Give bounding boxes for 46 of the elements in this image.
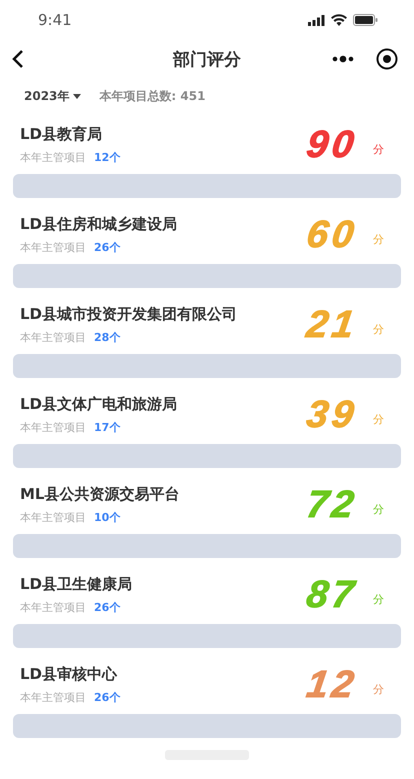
score-value: 39 — [304, 394, 360, 436]
score-unit: 分 — [373, 322, 384, 336]
battery-icon — [353, 14, 378, 26]
caret-icon — [73, 94, 82, 98]
score-unit: 分 — [373, 232, 384, 246]
score-value: 12 — [304, 664, 360, 706]
project-count: 28个 — [94, 330, 120, 345]
project-label: 本年主管项目 — [20, 330, 86, 345]
score-unit: 分 — [373, 682, 384, 696]
year-dropdown[interactable]: 2023年 — [24, 88, 82, 104]
score-value: 21 — [304, 304, 360, 346]
project-count: 26个 — [94, 600, 120, 615]
score-value: 87 — [304, 574, 360, 616]
project-count: 17个 — [94, 420, 120, 435]
score-unit: 分 — [373, 142, 384, 156]
project-label: 本年主管项目 — [20, 420, 86, 435]
wifi-icon — [331, 14, 347, 26]
department-name: ML县公共资源交易平台 — [20, 485, 180, 504]
status-time: 9:41 — [38, 11, 72, 29]
back-button[interactable] — [12, 49, 24, 69]
department-name: LD县卫生健康局 — [20, 575, 134, 594]
department-name: LD县文体广电和旅游局 — [20, 395, 178, 414]
score-value: 90 — [304, 124, 360, 166]
score-unit: 分 — [373, 412, 384, 426]
score-unit: 分 — [373, 502, 384, 516]
department-name: LD县城市投资开发集团有限公司 — [20, 305, 238, 324]
score-value: 72 — [304, 484, 360, 526]
project-label: 本年主管项目 — [20, 240, 86, 255]
department-name: LD县住房和城乡建设局 — [20, 215, 178, 234]
department-name: LD县教育局 — [20, 125, 104, 144]
project-count: 12个 — [94, 150, 120, 165]
project-label: 本年主管项目 — [20, 150, 86, 165]
project-label: 本年主管项目 — [20, 690, 86, 705]
project-count: 26个 — [94, 690, 120, 705]
score-value: 60 — [304, 214, 360, 256]
signal-icon — [308, 14, 325, 26]
project-label: 本年主管项目 — [20, 600, 86, 615]
project-total: 本年项目总数: 451 — [99, 88, 206, 104]
score-unit: 分 — [373, 592, 384, 606]
more-button[interactable] — [332, 55, 354, 63]
department-name: LD县审核中心 — [20, 665, 118, 684]
page-title: 部门评分 — [173, 48, 241, 70]
project-count: 26个 — [94, 240, 120, 255]
project-label: 本年主管项目 — [20, 510, 86, 525]
close-button[interactable] — [376, 48, 398, 70]
project-count: 10个 — [94, 510, 120, 525]
